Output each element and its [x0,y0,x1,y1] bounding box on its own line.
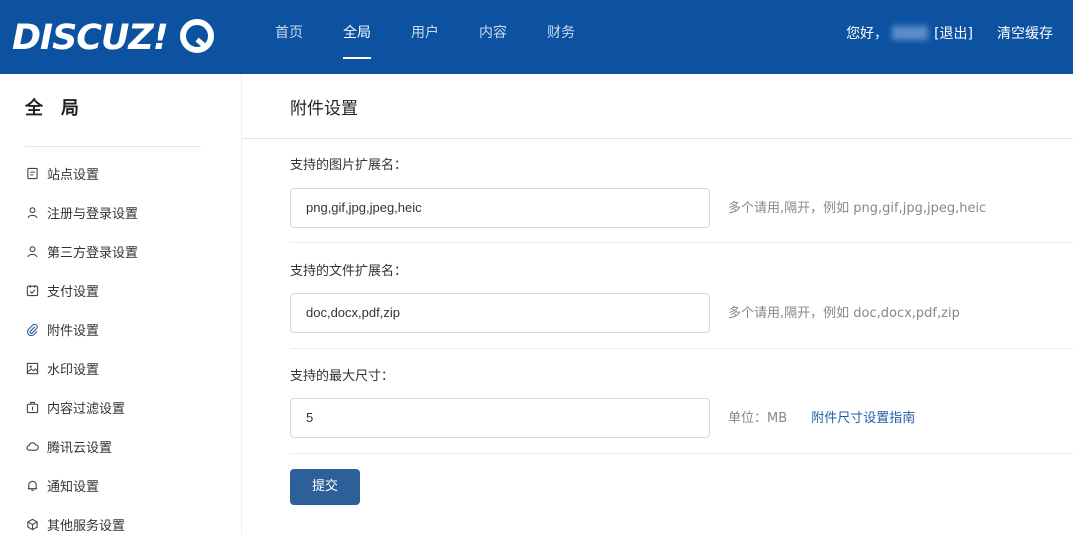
sidebar-item-label: 内容过滤设置 [47,402,126,417]
sidebar-item-register-login[interactable]: 注册与登录设置 [24,193,138,232]
main-panel: 附件设置 支持的图片扩展名： png,gif,jpg,jpeg,heic 多个请… [241,74,1073,535]
document-icon [24,166,40,182]
sidebar-divider [25,146,201,147]
image-icon [24,361,40,377]
nav-users[interactable]: 用户 [411,0,439,74]
page-title: 附件设置 [290,99,358,119]
filter-box-icon [24,400,40,416]
username-redacted [892,26,929,40]
file-extensions-hint: 多个请用,隔开，例如 doc,docx,pdf,zip [728,306,960,321]
cube-icon [24,517,40,533]
nav-content[interactable]: 内容 [479,0,507,74]
field-divider [290,348,1073,349]
nav-global[interactable]: 全局 [343,0,371,74]
sidebar-item-label: 通知设置 [47,480,100,495]
field-divider [290,453,1073,454]
nav-home[interactable]: 首页 [275,0,303,74]
sidebar-item-other-services[interactable]: 其他服务设置 [24,505,138,535]
file-extensions-label: 支持的文件扩展名： [290,264,408,279]
attachment-size-guide-link[interactable]: 附件尺寸设置指南 [811,411,915,426]
nav-finance[interactable]: 财务 [547,0,575,74]
sidebar-menu: 站点设置 注册与登录设置 第三方登录设置 支付设置 附件设置 水印设置 内容过滤… [24,154,138,535]
sidebar-item-label: 支付设置 [47,285,100,300]
file-extensions-field: 支持的文件扩展名： doc,docx,pdf,zip 多个请用,隔开，例如 do… [290,260,1073,350]
user-icon [24,244,40,260]
sidebar-item-watermark[interactable]: 水印设置 [24,349,138,388]
image-extensions-field: 支持的图片扩展名： png,gif,jpg,jpeg,heic 多个请用,隔开，… [290,154,1073,244]
submit-button[interactable]: 提交 [290,469,360,505]
max-size-input[interactable]: 5 [290,398,710,438]
sidebar-item-content-filter[interactable]: 内容过滤设置 [24,388,138,427]
title-divider [242,138,1073,139]
sidebar-item-site-settings[interactable]: 站点设置 [24,154,138,193]
sidebar-item-label: 第三方登录设置 [47,246,139,261]
field-divider [290,242,1073,243]
max-size-field: 支持的最大尺寸： 5 单位：MB 附件尺寸设置指南 [290,365,1073,455]
sidebar-item-label: 其他服务设置 [47,519,126,534]
sidebar: 全局 站点设置 注册与登录设置 第三方登录设置 支付设置 附件设置 水印设置 内… [0,74,241,535]
calendar-check-icon [24,283,40,299]
sidebar-item-label: 附件设置 [47,324,100,339]
image-extensions-hint: 多个请用,隔开，例如 png,gif,jpg,jpeg,heic [728,201,987,216]
bell-icon [24,478,40,494]
sidebar-item-attachments[interactable]: 附件设置 [24,310,138,349]
sidebar-item-label: 站点设置 [47,168,100,183]
top-header: DISCUZ! 首页 全局 用户 内容 财务 您好， [退出] 清空缓存 [0,0,1073,74]
sidebar-item-payment[interactable]: 支付设置 [24,271,138,310]
file-extensions-input[interactable]: doc,docx,pdf,zip [290,293,710,333]
main-nav: 首页 全局 用户 内容 财务 [275,0,615,74]
user-area: 您好， [退出] 清空缓存 [846,0,1053,66]
sidebar-item-label: 注册与登录设置 [47,207,139,222]
sidebar-item-label: 腾讯云设置 [47,441,113,456]
image-extensions-label: 支持的图片扩展名： [290,158,408,173]
image-extensions-input[interactable]: png,gif,jpg,jpeg,heic [290,188,710,228]
max-size-unit: 单位：MB [728,411,788,426]
sidebar-item-tencent-cloud[interactable]: 腾讯云设置 [24,427,138,466]
sidebar-item-third-party-login[interactable]: 第三方登录设置 [24,232,138,271]
sidebar-title: 全局 [25,98,97,119]
max-size-hint: 单位：MB 附件尺寸设置指南 [728,407,915,426]
logout-link[interactable]: [退出] [934,23,973,43]
sidebar-item-label: 水印设置 [47,363,100,378]
svg-text:DISCUZ!: DISCUZ! [12,18,168,58]
user-icon [24,205,40,221]
clear-cache-link[interactable]: 清空缓存 [997,23,1053,43]
max-size-label: 支持的最大尺寸： [290,369,395,384]
sidebar-item-notifications[interactable]: 通知设置 [24,466,138,505]
discuz-logo[interactable]: DISCUZ! [12,14,217,58]
greeting-text: 您好， [846,26,889,42]
cloud-icon [24,439,40,455]
paperclip-icon [24,322,40,338]
